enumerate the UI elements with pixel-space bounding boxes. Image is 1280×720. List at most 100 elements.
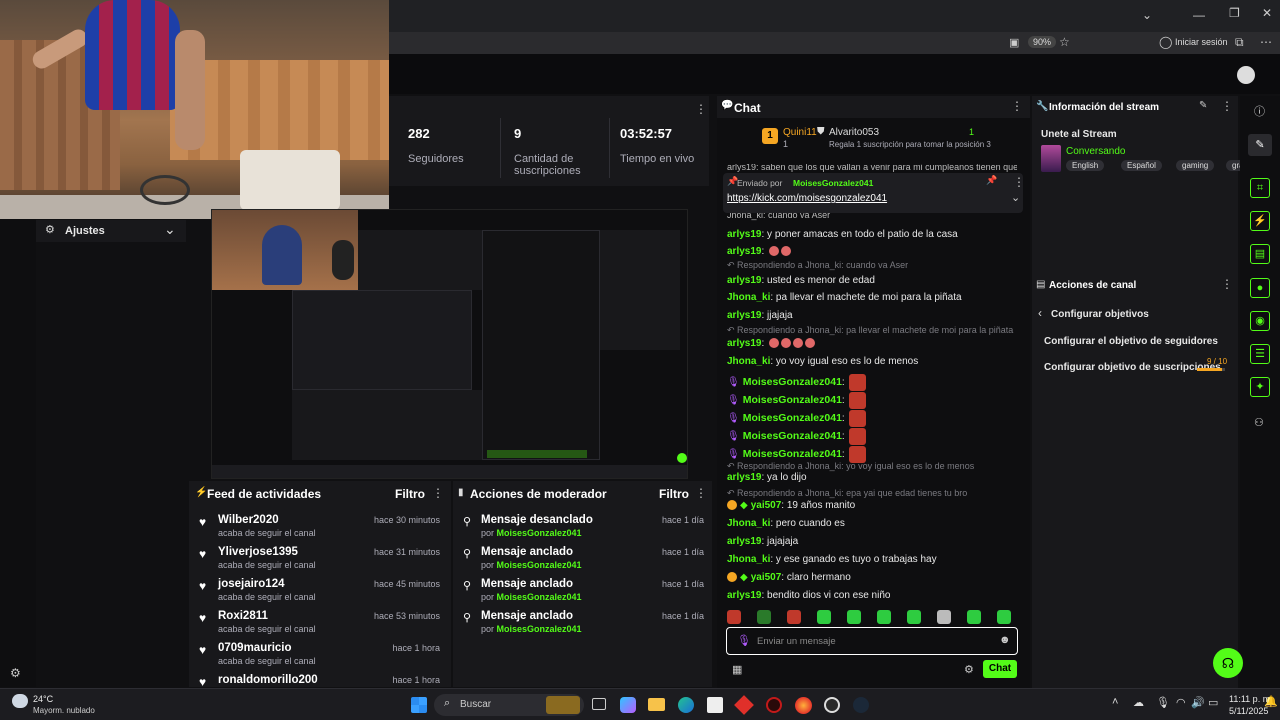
emote-icon[interactable] [757,610,771,624]
pinned-user[interactable]: MoisesGonzalez041 [793,178,873,188]
chat-username[interactable]: Jhona_ki [727,554,770,565]
chat-message[interactable]: Jhona_ki: pero cuando es [727,518,845,529]
goal-subs-item[interactable]: Configurar objetivo de suscripciones [1044,362,1221,373]
more-icon[interactable]: ⋮ [695,102,707,116]
list-item[interactable]: ⚲ Mensaje anclado por MoisesGonzalez041 hac… [453,577,712,607]
pinned-message[interactable]: 📌 Enviado por MoisesGonzalez041 📌 ⋮ http… [723,173,1025,213]
tag-chip[interactable]: gaming [1176,160,1215,171]
chat-username[interactable]: MoisesGonzalez041 [743,394,842,406]
tag-chip[interactable]: Español [1121,160,1162,171]
extensions-icon[interactable]: ⧉ [1235,35,1244,50]
chevron-up-icon[interactable]: ˄ [1112,696,1118,708]
menu-icon[interactable]: ⋯ [1260,35,1272,49]
chevron-left-icon[interactable]: ‹ [1038,306,1042,320]
volume-icon[interactable]: 🔊 [1191,696,1205,709]
moderator-user[interactable]: MoisesGonzalez041 [497,560,582,570]
support-button[interactable]: ☊ [1213,648,1243,678]
follower-name[interactable]: Yliverjose1395 [218,546,298,558]
close-button[interactable]: ✕ [1262,6,1272,20]
chat-message[interactable]: arlys19: ya lo dijo [727,472,807,483]
chat-message[interactable]: ◆ yai507: claro hermano [727,572,851,583]
minimize-button[interactable]: — [1193,8,1205,22]
no-image-icon[interactable]: ▣ [1009,36,1019,49]
chat-username[interactable]: Jhona_ki [727,356,770,367]
chat-message[interactable]: arlys19: jajajaja [727,536,798,547]
chat-message[interactable]: ◆ yai507: 19 años manito [727,500,855,511]
chat-username[interactable]: arlys19 [727,338,761,349]
document-icon[interactable]: ▤ [1250,244,1270,264]
more-icon[interactable]: ⋮ [1221,277,1233,291]
list-item[interactable]: ♥ Yliverjose1395 acaba de seguir el canal h… [189,545,451,575]
copilot-icon[interactable] [620,697,636,713]
list-item[interactable]: ⚲ Mensaje anclado por MoisesGonzalez041 hac… [453,609,712,639]
emote-icon[interactable] [847,610,861,624]
more-icon[interactable]: ⋮ [1221,99,1233,113]
weather-icon[interactable] [12,694,28,708]
microphone-icon[interactable]: 🎙 [1156,696,1170,709]
users-icon[interactable]: ⚇ [1254,416,1264,429]
emote-icon[interactable] [727,610,741,624]
battery-icon[interactable]: ▭ [1208,696,1218,709]
emote-icon[interactable] [907,610,921,624]
top-gifter-name[interactable]: Quini11 [783,127,817,138]
chat-username[interactable]: arlys19 [727,310,761,321]
chat-message[interactable]: Jhona_ki: yo voy igual eso es lo de meno… [727,356,918,367]
zoom-level[interactable]: 90% [1028,36,1057,48]
chat-username[interactable]: arlys19 [727,472,761,483]
chat-input[interactable]: 🎙 Enviar un mensaje ☻ [726,627,1018,655]
broadcast-icon[interactable]: ◉ [1250,311,1270,331]
chat-message[interactable]: 🎙 MoisesGonzalez041: [727,428,867,445]
more-icon[interactable]: ⋮ [695,486,707,500]
chat-message[interactable]: arlys19: jjajaja [727,310,793,321]
emoji-icon[interactable]: ☻ [999,634,1011,646]
emote-icon[interactable] [937,610,951,624]
chat-username[interactable]: arlys19 [727,536,761,547]
task-view-icon[interactable] [592,698,606,710]
gear-icon[interactable]: ⚙ [964,663,974,676]
profile-icon[interactable]: ◯ [1159,35,1172,49]
chat-username[interactable]: arlys19 [727,229,761,240]
chat-message[interactable]: arlys19: bendito dios vi con ese niño [727,590,890,601]
wrench-icon[interactable]: ✦ [1250,377,1270,397]
follower-name[interactable]: josejairo124 [218,578,284,590]
star-icon[interactable]: ☆ [1059,35,1070,49]
weather-temp[interactable]: 24°C [33,694,53,704]
edit-button[interactable]: ✎ [1248,134,1272,156]
tag-chip[interactable]: English [1066,160,1105,171]
store-icon[interactable] [707,697,723,713]
follower-name[interactable]: ronaldomorillo200 [218,674,318,686]
emote-icon[interactable] [877,610,891,624]
chat-username[interactable]: yai507 [751,572,782,583]
moderator-user[interactable]: MoisesGonzalez041 [497,528,582,538]
signin-button[interactable]: Iniciar sesión [1175,37,1228,47]
chat-bubble-icon[interactable]: ● [1250,278,1270,298]
category-name[interactable]: Conversando [1066,146,1125,157]
emote-icon[interactable] [997,610,1011,624]
more-icon[interactable]: ⋮ [1011,99,1023,113]
chat-username[interactable]: arlys19 [727,275,761,286]
layers-icon[interactable]: ☰ [1250,344,1270,364]
info-icon[interactable]: ⓘ [1254,103,1265,119]
wifi-icon[interactable]: ◠ [1176,696,1186,709]
file-explorer-icon[interactable] [648,698,665,711]
edit-icon[interactable]: ✎ [1199,100,1207,111]
chat-username[interactable]: MoisesGonzalez041 [743,448,842,460]
chat-message[interactable]: Jhona_ki: y ese ganado es tuyo o trabaja… [727,554,937,565]
chat-username[interactable]: Jhona_ki [727,292,770,303]
steam-icon[interactable] [853,697,869,713]
back-label[interactable]: Configurar objetivos [1051,309,1149,320]
follower-name[interactable]: Roxi2811 [218,610,268,622]
follower-name[interactable]: Wilber2020 [218,514,279,526]
chat-username[interactable]: yai507 [751,500,782,511]
chat-username[interactable]: arlys19 [727,246,761,257]
cloud-icon[interactable]: ☁ [1133,696,1144,709]
edge-icon[interactable] [678,697,694,713]
lightning-icon[interactable]: ⚡ [1250,211,1270,231]
chat-message[interactable]: arlys19: y poner amacas en todo el patio… [727,229,958,240]
moderator-user[interactable]: MoisesGonzalez041 [497,592,582,602]
search-box[interactable]: ⌕ Buscar [434,694,584,716]
chat-message[interactable]: arlys19: usted es menor de edad [727,275,875,286]
goal-followers-item[interactable]: Configurar el objetivo de seguidores [1044,336,1218,347]
emote-icon[interactable] [967,610,981,624]
filter-button[interactable]: Filtro [659,487,689,501]
